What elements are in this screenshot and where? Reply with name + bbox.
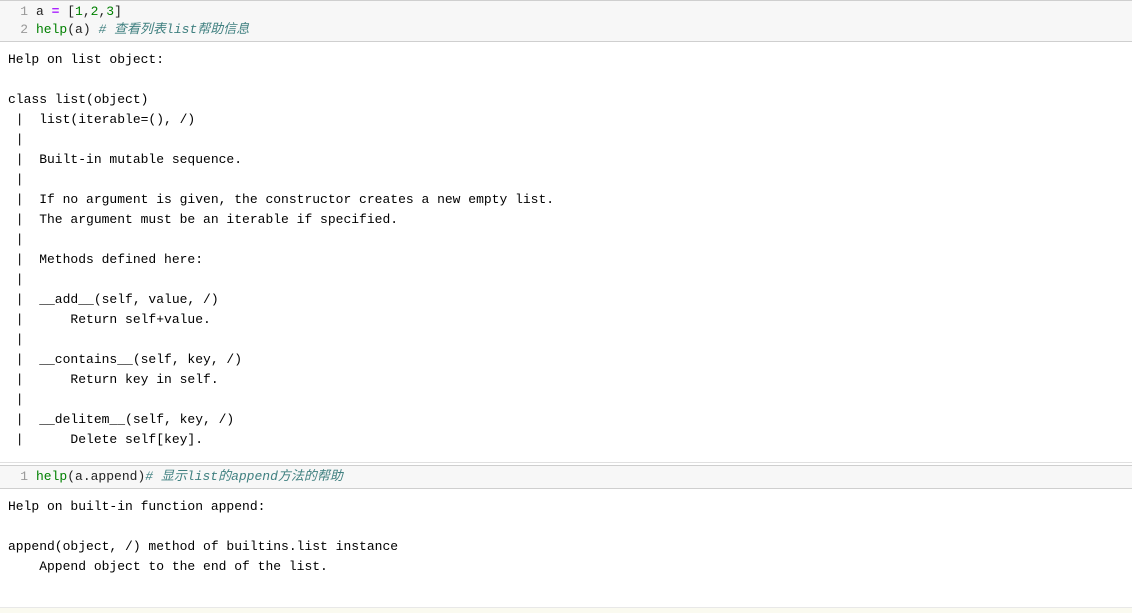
code-comment: # 查看列表list帮助信息 [98,22,249,37]
code-token: , [83,4,91,19]
line-number: 2 [0,21,28,39]
code-token: 3 [106,4,114,19]
code-token: a [36,4,44,19]
code-token: = [44,4,67,19]
code-editor[interactable]: help(a.append)# 显示list的append方法的帮助 [36,468,1132,486]
line-number: 1 [0,468,28,486]
line-number-gutter: 1 [0,468,36,486]
output-text[interactable]: Help on list object: class list(object) … [0,42,1132,462]
code-comment: # 显示list的append方法的帮助 [145,469,343,484]
code-cell-1[interactable]: 1 2 a = [1,2,3] help(a) # 查看列表list帮助信息 [0,0,1132,42]
output-text-2: Help on built-in function append: append… [0,489,1132,585]
line-number: 1 [0,3,28,21]
output-area-1: Help on list object: class list(object) … [0,42,1132,463]
code-token: [ [67,4,75,19]
code-token: ) [83,22,99,37]
code-editor[interactable]: a = [1,2,3] help(a) # 查看列表list帮助信息 [36,3,1132,39]
code-token: help [36,469,67,484]
code-token: a [75,22,83,37]
divider [0,607,1132,613]
code-token: ( [67,22,75,37]
code-token: help [36,22,67,37]
line-number-gutter: 1 2 [0,3,36,39]
code-token: ( [67,469,75,484]
code-token: ] [114,4,122,19]
code-token: 1 [75,4,83,19]
code-token: a.append [75,469,137,484]
code-cell-2[interactable]: 1 help(a.append)# 显示list的append方法的帮助 [0,465,1132,489]
